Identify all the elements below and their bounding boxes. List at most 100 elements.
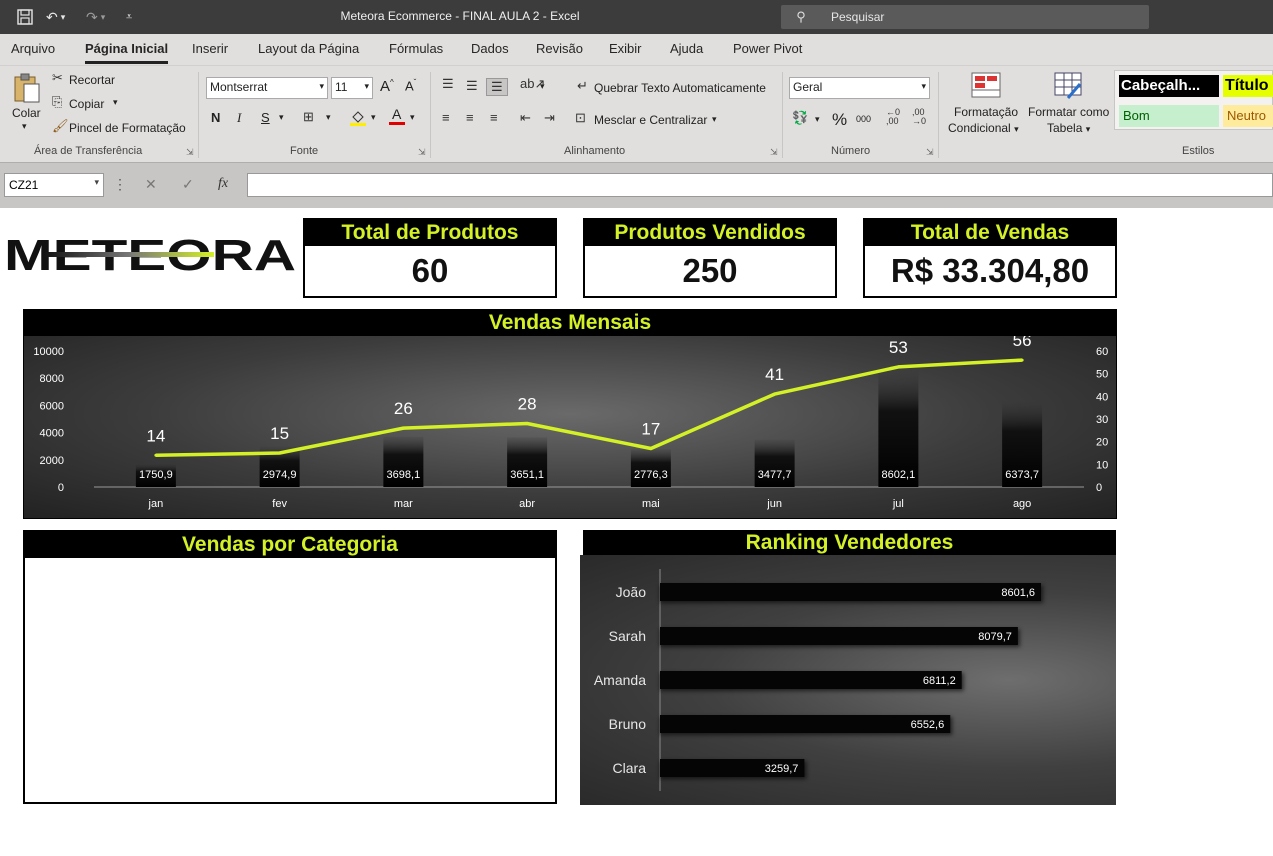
- font-color-dropdown-icon[interactable]: ▾: [410, 112, 415, 123]
- tab-formulas[interactable]: Fórmulas: [389, 41, 443, 56]
- divider: [938, 72, 939, 158]
- orientation-dropdown-icon[interactable]: ▾: [540, 81, 545, 92]
- align-left-icon[interactable]: ≡: [442, 110, 450, 125]
- line-data-label: 14: [146, 426, 165, 445]
- x-tick-label: mai: [642, 498, 660, 510]
- align-middle-icon[interactable]: ☰: [466, 78, 478, 94]
- thousands-button[interactable]: 000: [856, 114, 871, 124]
- formula-bar: CZ21 ▾ ⋮ ✕ ✓ fx: [0, 162, 1273, 208]
- paste-dropdown-icon[interactable]: ▾: [22, 121, 27, 132]
- increase-indent-icon[interactable]: ⇥: [544, 110, 555, 126]
- more-icon[interactable]: ⋮: [113, 176, 127, 193]
- x-tick-label: ago: [1013, 498, 1031, 510]
- search-box[interactable]: ⚲ Pesquisar: [781, 5, 1149, 29]
- bar-data-label: 8602,1: [882, 469, 916, 481]
- bar: [660, 715, 951, 733]
- align-top-icon[interactable]: ☰: [442, 76, 454, 92]
- tab-ajuda[interactable]: Ajuda: [670, 41, 703, 56]
- copy-button[interactable]: Copiar: [69, 97, 104, 111]
- decrease-decimal-icon[interactable]: ,00 →0: [912, 108, 926, 126]
- font-size-select[interactable]: 11 ▾: [331, 77, 373, 99]
- tab-inserir[interactable]: Inserir: [192, 41, 228, 56]
- cut-icon: ✂: [52, 70, 63, 85]
- tab-layout-da-pagina[interactable]: Layout da Página: [258, 41, 359, 56]
- currency-icon[interactable]: 💱: [792, 110, 808, 126]
- align-bottom-icon[interactable]: ☰: [486, 78, 508, 96]
- style-cabecalho[interactable]: Cabeçalh...: [1119, 75, 1219, 97]
- tab-arquivo[interactable]: Arquivo: [11, 41, 55, 56]
- insert-function-icon[interactable]: fx: [218, 176, 228, 192]
- monthly-sales-chart[interactable]: Vendas Mensais 0 2000 4000 6000 8000 10000 0 10…: [23, 309, 1117, 519]
- paste-button[interactable]: Colar: [12, 106, 41, 120]
- currency-dropdown-icon[interactable]: ▾: [815, 114, 820, 125]
- font-launcher-icon[interactable]: ⇲: [418, 147, 426, 158]
- decrease-indent-icon[interactable]: ⇤: [520, 110, 531, 126]
- conditional-formatting-label: Condicional: [948, 121, 1011, 135]
- style-neutro[interactable]: Neutro: [1223, 105, 1273, 127]
- font-color-icon[interactable]: A: [388, 106, 406, 129]
- fill-color-dropdown-icon[interactable]: ▾: [371, 112, 376, 123]
- kpi-produtos-vendidos: Produtos Vendidos 250: [583, 218, 837, 298]
- bold-button[interactable]: N: [211, 110, 220, 125]
- borders-dropdown-icon[interactable]: ▾: [326, 112, 331, 123]
- tab-pagina-inicial[interactable]: Página Inicial: [85, 41, 169, 64]
- percent-button[interactable]: %: [832, 110, 847, 130]
- increase-decimal-icon[interactable]: ←0,00: [886, 108, 900, 126]
- cancel-icon[interactable]: ✕: [145, 176, 157, 193]
- formula-input[interactable]: [247, 173, 1273, 197]
- merge-center-icon: ⊡: [575, 110, 586, 125]
- conditional-formatting-button-line2[interactable]: Condicional ▾: [948, 121, 1019, 135]
- conditional-formatting-icon[interactable]: [971, 72, 1001, 101]
- style-bom[interactable]: Bom: [1119, 105, 1219, 127]
- grow-font-label: A: [380, 78, 391, 95]
- number-format-select[interactable]: Geral ▾: [789, 77, 930, 99]
- chevron-down-icon: ▾: [319, 81, 324, 91]
- grow-font-button[interactable]: A^: [380, 78, 394, 95]
- line-data-label: 15: [270, 424, 289, 443]
- bar-data-label: 3477,7: [758, 469, 792, 481]
- shrink-font-button[interactable]: Aˇ: [405, 78, 416, 93]
- y-left-tick-label: 2000: [40, 455, 64, 467]
- merge-center-button[interactable]: Mesclar e Centralizar: [594, 113, 707, 127]
- category-label: Sarah: [609, 628, 646, 644]
- borders-icon[interactable]: ⊞: [303, 109, 314, 125]
- tab-exibir[interactable]: Exibir: [609, 41, 642, 56]
- ranking-chart[interactable]: 8601,6 João 8079,7 Sarah 6811,2 Amanda 6552,6 B…: [580, 555, 1116, 805]
- align-center-icon[interactable]: ≡: [466, 110, 474, 125]
- format-as-table-button[interactable]: Formatar como: [1028, 105, 1109, 119]
- bar-data-label: 2974,9: [263, 469, 297, 481]
- italic-button[interactable]: I: [237, 110, 241, 126]
- merge-dropdown-icon[interactable]: ▾: [712, 114, 717, 125]
- format-as-table-button-line2[interactable]: Tabela ▾: [1047, 121, 1090, 135]
- line-point: [896, 365, 900, 369]
- x-tick-label: jul: [892, 498, 904, 510]
- conditional-formatting-button[interactable]: Formatação: [954, 105, 1018, 119]
- alignment-launcher-icon[interactable]: ⇲: [770, 147, 778, 158]
- wrap-text-button[interactable]: Quebrar Texto Automaticamente: [594, 81, 766, 95]
- ranking-title: Ranking Vendedores: [583, 530, 1116, 556]
- format-as-table-icon[interactable]: [1054, 72, 1084, 103]
- clipboard-launcher-icon[interactable]: ⇲: [186, 147, 194, 158]
- underline-button[interactable]: S: [261, 110, 270, 125]
- number-format-value: Geral: [793, 80, 823, 94]
- tab-dados[interactable]: Dados: [471, 41, 509, 56]
- y-right-tick-label: 0: [1096, 482, 1102, 494]
- tab-revisao[interactable]: Revisão: [536, 41, 583, 56]
- font-family-select[interactable]: Montserrat ▾: [206, 77, 328, 99]
- paste-icon[interactable]: [12, 72, 42, 107]
- name-box[interactable]: CZ21 ▾: [4, 173, 104, 197]
- bar-data-label: 3259,7: [765, 763, 799, 775]
- copy-dropdown-icon[interactable]: ▾: [113, 97, 118, 108]
- align-right-icon[interactable]: ≡: [490, 110, 498, 125]
- category-sales-panel[interactable]: Vendas por Categoria: [23, 530, 557, 804]
- style-titulo[interactable]: Título: [1223, 75, 1273, 97]
- fill-color-icon[interactable]: [349, 108, 367, 129]
- confirm-icon[interactable]: ✓: [182, 176, 194, 193]
- number-launcher-icon[interactable]: ⇲: [926, 147, 934, 158]
- tab-power-pivot[interactable]: Power Pivot: [733, 41, 802, 56]
- worksheet[interactable]: METEORA Total de Produtos 60 Produtos Ve…: [0, 208, 1273, 856]
- cut-button[interactable]: Recortar: [69, 73, 115, 87]
- format-painter-button[interactable]: Pincel de Formatação: [69, 121, 186, 135]
- underline-dropdown-icon[interactable]: ▾: [279, 112, 284, 123]
- x-tick-label: jan: [148, 498, 164, 510]
